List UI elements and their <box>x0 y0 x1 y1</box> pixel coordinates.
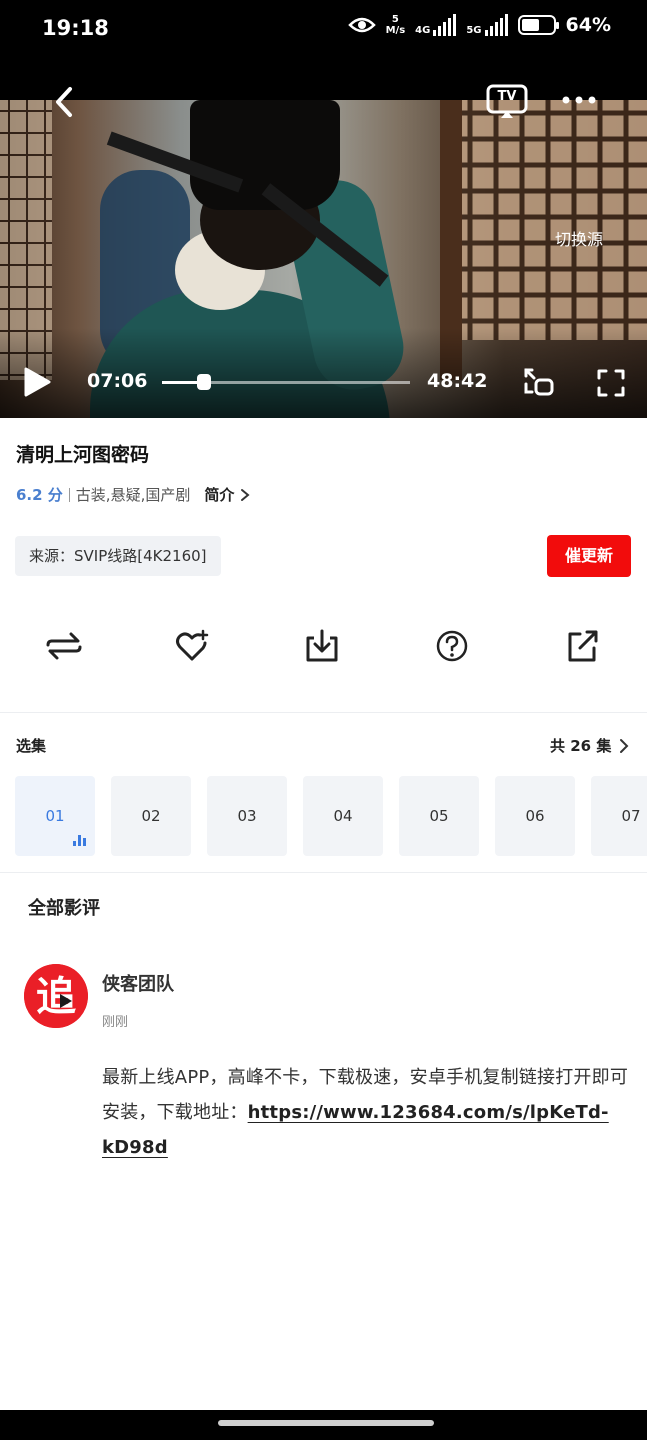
episode-number: 05 <box>429 807 449 825</box>
episode-number: 06 <box>525 807 545 825</box>
chevron-right-icon <box>241 488 250 501</box>
review-text: 最新上线APP，高峰不卡，下载极速，安卓手机复制链接打开即可安装，下载地址：ht… <box>102 1060 630 1165</box>
action-bar <box>0 620 647 680</box>
signal-bars-icon <box>484 14 508 36</box>
cast-tv-button[interactable]: TV <box>486 84 528 120</box>
reviews-header: 全部影评 <box>28 898 100 919</box>
net-speed-value: 5 <box>391 14 399 25</box>
episode-number: 01 <box>45 807 65 825</box>
battery-percent: 64% <box>565 14 611 36</box>
net-speed-unit: M/s <box>385 25 406 36</box>
sim2-signal: 5G <box>466 14 508 36</box>
eye-icon <box>347 17 376 33</box>
sim1-label: 4G <box>415 25 431 36</box>
episode-item[interactable]: 06 <box>495 776 575 856</box>
progress-bar[interactable] <box>162 374 410 390</box>
episode-list: 01 02 03 04 05 06 07 <box>15 776 647 858</box>
switch-source-button[interactable]: 切换源 <box>555 226 603 250</box>
total-time: 48:42 <box>427 370 488 392</box>
status-indicators: 5 M/s 4G 5G 64% <box>347 14 611 36</box>
avatar-glyph: 追 <box>36 974 76 1020</box>
all-episodes-button[interactable]: 共 26 集 <box>550 735 629 756</box>
tv-label: TV <box>497 89 517 104</box>
review-username[interactable]: 侠客团队 <box>102 970 174 996</box>
playing-icon <box>73 834 86 846</box>
signal-bars-icon <box>433 14 457 36</box>
intro-label: 简介 <box>204 486 235 504</box>
episode-item[interactable]: 07 <box>591 776 647 856</box>
episode-number: 07 <box>621 807 641 825</box>
episodes-label: 选集 <box>16 737 47 755</box>
intro-button[interactable]: 简介 <box>204 484 250 505</box>
episode-number: 04 <box>333 807 353 825</box>
system-nav-bar <box>0 1410 647 1440</box>
show-meta: 6.2 分 古装,悬疑,国产剧 简介 <box>16 484 250 505</box>
episode-number: 02 <box>141 807 161 825</box>
divider <box>68 487 70 502</box>
fullscreen-icon[interactable] <box>596 368 626 398</box>
divider <box>0 712 647 713</box>
video-player[interactable]: 切换源 07:06 48:42 <box>0 100 647 418</box>
chevron-right-icon <box>620 738 629 753</box>
episode-number: 03 <box>237 807 257 825</box>
home-indicator[interactable] <box>218 1420 434 1426</box>
more-icon[interactable] <box>560 94 600 106</box>
play-icon[interactable] <box>22 366 52 398</box>
share-icon[interactable] <box>562 626 602 666</box>
episode-item[interactable]: 02 <box>111 776 191 856</box>
show-title: 清明上河图密码 <box>16 444 150 466</box>
help-icon[interactable] <box>432 626 472 666</box>
episode-item[interactable]: 05 <box>399 776 479 856</box>
current-time: 07:06 <box>87 370 148 392</box>
episode-item[interactable]: 01 <box>15 776 95 856</box>
source-selector[interactable]: 来源：SVIP线路[4K2160] <box>15 536 221 576</box>
player-controls: 07:06 48:42 <box>0 362 647 402</box>
episodes-total: 共 26 集 <box>550 737 612 755</box>
progress-handle[interactable] <box>197 374 212 390</box>
back-icon[interactable] <box>52 86 78 118</box>
net-speed: 5 M/s <box>386 14 406 36</box>
status-time: 19:18 <box>42 16 109 40</box>
app-logo-icon: 追 <box>24 964 88 1028</box>
avatar[interactable]: 追 <box>24 964 88 1028</box>
divider <box>0 872 647 873</box>
episode-item[interactable]: 03 <box>207 776 287 856</box>
genres: 古装,悬疑,国产剧 <box>75 486 191 504</box>
download-icon[interactable] <box>302 626 342 666</box>
rotate-screen-icon[interactable] <box>522 366 556 398</box>
episode-item[interactable]: 04 <box>303 776 383 856</box>
score: 6.2 分 <box>16 486 63 504</box>
battery-icon <box>517 15 559 35</box>
favorite-add-icon[interactable] <box>172 626 212 666</box>
review-time: 刚刚 <box>102 1015 129 1030</box>
sim2-label: 5G <box>466 25 482 36</box>
urge-update-button[interactable]: 催更新 <box>547 535 631 577</box>
loop-icon[interactable] <box>44 626 84 666</box>
status-bar: 19:18 5 M/s 4G 5G 64% <box>0 0 647 100</box>
sim1-signal: 4G <box>415 14 457 36</box>
